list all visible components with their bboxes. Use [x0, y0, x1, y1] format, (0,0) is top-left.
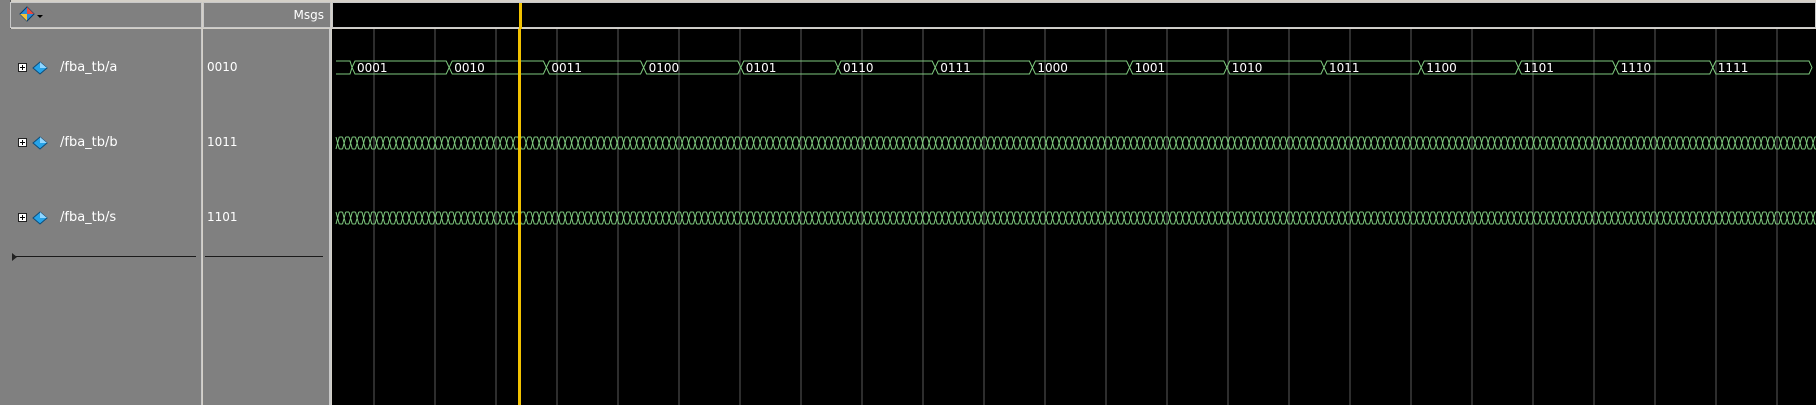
- signal-value: 1101: [207, 210, 238, 224]
- signal-value: 0010: [207, 60, 238, 74]
- divider-line[interactable]: [14, 256, 196, 257]
- signal-names-pane: /fba_tb/a /fba_tb/b /fba_tb/s: [10, 29, 202, 405]
- values-header: Msgs: [203, 2, 331, 28]
- bus-a-value-label: 1111: [1718, 61, 1749, 75]
- value-row-a: 0010: [203, 57, 329, 79]
- bus-a-value-label: 1000: [1037, 61, 1068, 75]
- bus-a-value-label: 1110: [1621, 61, 1652, 75]
- wave-header-canvas: [519, 3, 522, 29]
- cursor-line-top: [519, 3, 522, 29]
- expand-plus-icon[interactable]: [18, 138, 27, 147]
- msgs-label: Msgs: [293, 8, 324, 22]
- waveform-pane[interactable]: 0001 0010 0011 0100 0101 0110 0111 1000 1001 1010…: [332, 29, 1816, 405]
- value-row-s: 1101: [203, 207, 329, 229]
- bus-a-value-label: 0100: [649, 61, 680, 75]
- diamond-signal-icon: [32, 61, 48, 75]
- expand-plus-icon[interactable]: [18, 63, 27, 72]
- bus-a-value-label: 1011: [1329, 61, 1360, 75]
- wave-window-icon[interactable]: [17, 5, 47, 25]
- signal-row-a[interactable]: /fba_tb/a: [10, 57, 201, 79]
- expand-plus-icon[interactable]: [18, 213, 27, 222]
- diamond-signal-icon: [32, 136, 48, 150]
- signal-value: 1011: [207, 135, 238, 149]
- bus-a-value-label: 1101: [1523, 61, 1554, 75]
- bus-a-value-label: 1001: [1135, 61, 1166, 75]
- bus-a-value-label: 0010: [454, 61, 485, 75]
- signal-name: /fba_tb/s: [60, 210, 117, 225]
- wave-header[interactable]: [332, 2, 1816, 29]
- signal-name: /fba_tb/a: [60, 60, 118, 75]
- signal-name: /fba_tb/b: [60, 135, 118, 150]
- bus-a-value-label: 1100: [1426, 61, 1457, 75]
- bus-a-value-label: 0111: [940, 61, 971, 75]
- divider-line: [205, 256, 323, 257]
- divider-marker-icon: [12, 253, 17, 261]
- cursor-line: [518, 29, 521, 405]
- bus-a-value-label: 0110: [843, 61, 874, 75]
- bus-a-value-label: 0011: [551, 61, 582, 75]
- bus-a-initial: [336, 60, 353, 75]
- bus-a-value-label: 0001: [357, 61, 388, 75]
- signal-row-b[interactable]: /fba_tb/b: [10, 132, 201, 154]
- names-header[interactable]: [10, 2, 202, 28]
- wave-window: Msgs /fba_tb/a /fba_tb/b /fba_tb/s 0010 …: [0, 0, 1816, 405]
- signal-values-pane: 0010 1011 1101: [203, 29, 331, 405]
- value-row-b: 1011: [203, 132, 329, 154]
- waveform-canvas[interactable]: 0001 0010 0011 0100 0101 0110 0111 1000 1001 1010…: [332, 29, 1816, 405]
- diamond-signal-icon: [32, 211, 48, 225]
- signal-row-s[interactable]: /fba_tb/s: [10, 207, 201, 229]
- bus-a-value-label: 1010: [1232, 61, 1263, 75]
- bus-a-value-label: 0101: [746, 61, 777, 75]
